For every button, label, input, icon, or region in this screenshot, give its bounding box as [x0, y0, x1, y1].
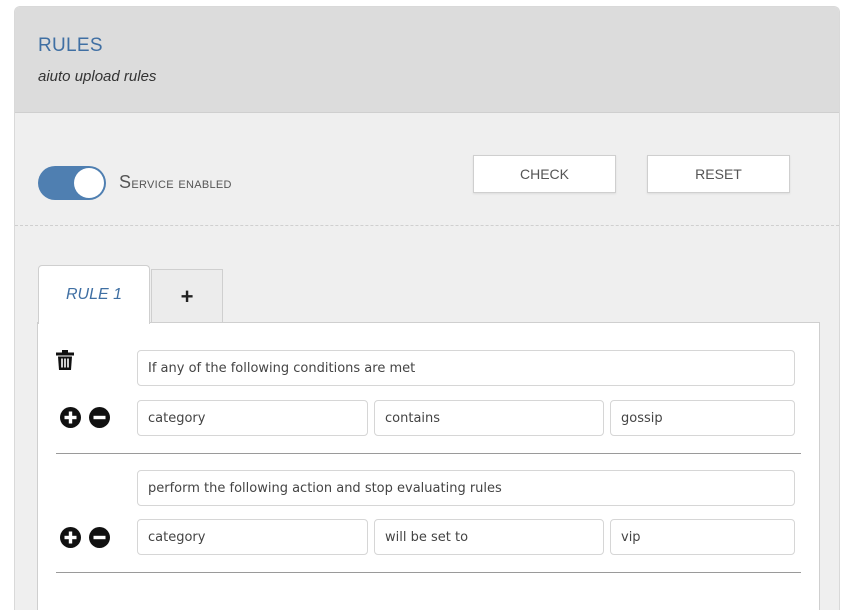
action-header-select[interactable]: perform the following action and stop ev… — [137, 470, 795, 506]
condition-separator — [56, 453, 801, 454]
condition-field-input[interactable]: category — [137, 400, 368, 436]
plus-circle-icon[interactable] — [60, 407, 81, 428]
rule-editor: If any of the following conditions are m… — [37, 322, 820, 610]
tab-rule-1[interactable]: RULE 1 — [38, 265, 150, 324]
trash-icon[interactable] — [56, 350, 74, 370]
rules-panel: RULES aiuto upload rules Service enabled… — [14, 6, 840, 610]
section-divider — [15, 225, 839, 226]
page-title: RULES — [38, 35, 103, 56]
service-enabled-label: Service enabled — [119, 172, 232, 193]
reset-button[interactable]: RESET — [647, 155, 790, 193]
condition-header-select[interactable]: If any of the following conditions are m… — [137, 350, 795, 386]
condition-operator-select[interactable]: contains — [374, 400, 604, 436]
plus-circle-icon[interactable] — [60, 527, 81, 548]
minus-circle-icon[interactable] — [89, 407, 110, 428]
panel-header: RULES aiuto upload rules — [15, 7, 839, 113]
page-subtitle: aiuto upload rules — [38, 68, 157, 85]
action-field-input[interactable]: category — [137, 519, 368, 555]
action-value-input[interactable]: vip — [610, 519, 795, 555]
service-label-initial: S — [119, 172, 132, 192]
action-separator — [56, 572, 801, 573]
service-enabled-toggle[interactable] — [38, 166, 106, 200]
action-operator-select[interactable]: will be set to — [374, 519, 604, 555]
service-label-rest: ervice enabled — [131, 175, 232, 192]
check-button[interactable]: CHECK — [473, 155, 616, 193]
toggle-knob — [74, 168, 104, 198]
condition-value-input[interactable]: gossip — [610, 400, 795, 436]
minus-circle-icon[interactable] — [89, 527, 110, 548]
add-rule-tab[interactable]: + — [151, 269, 223, 323]
